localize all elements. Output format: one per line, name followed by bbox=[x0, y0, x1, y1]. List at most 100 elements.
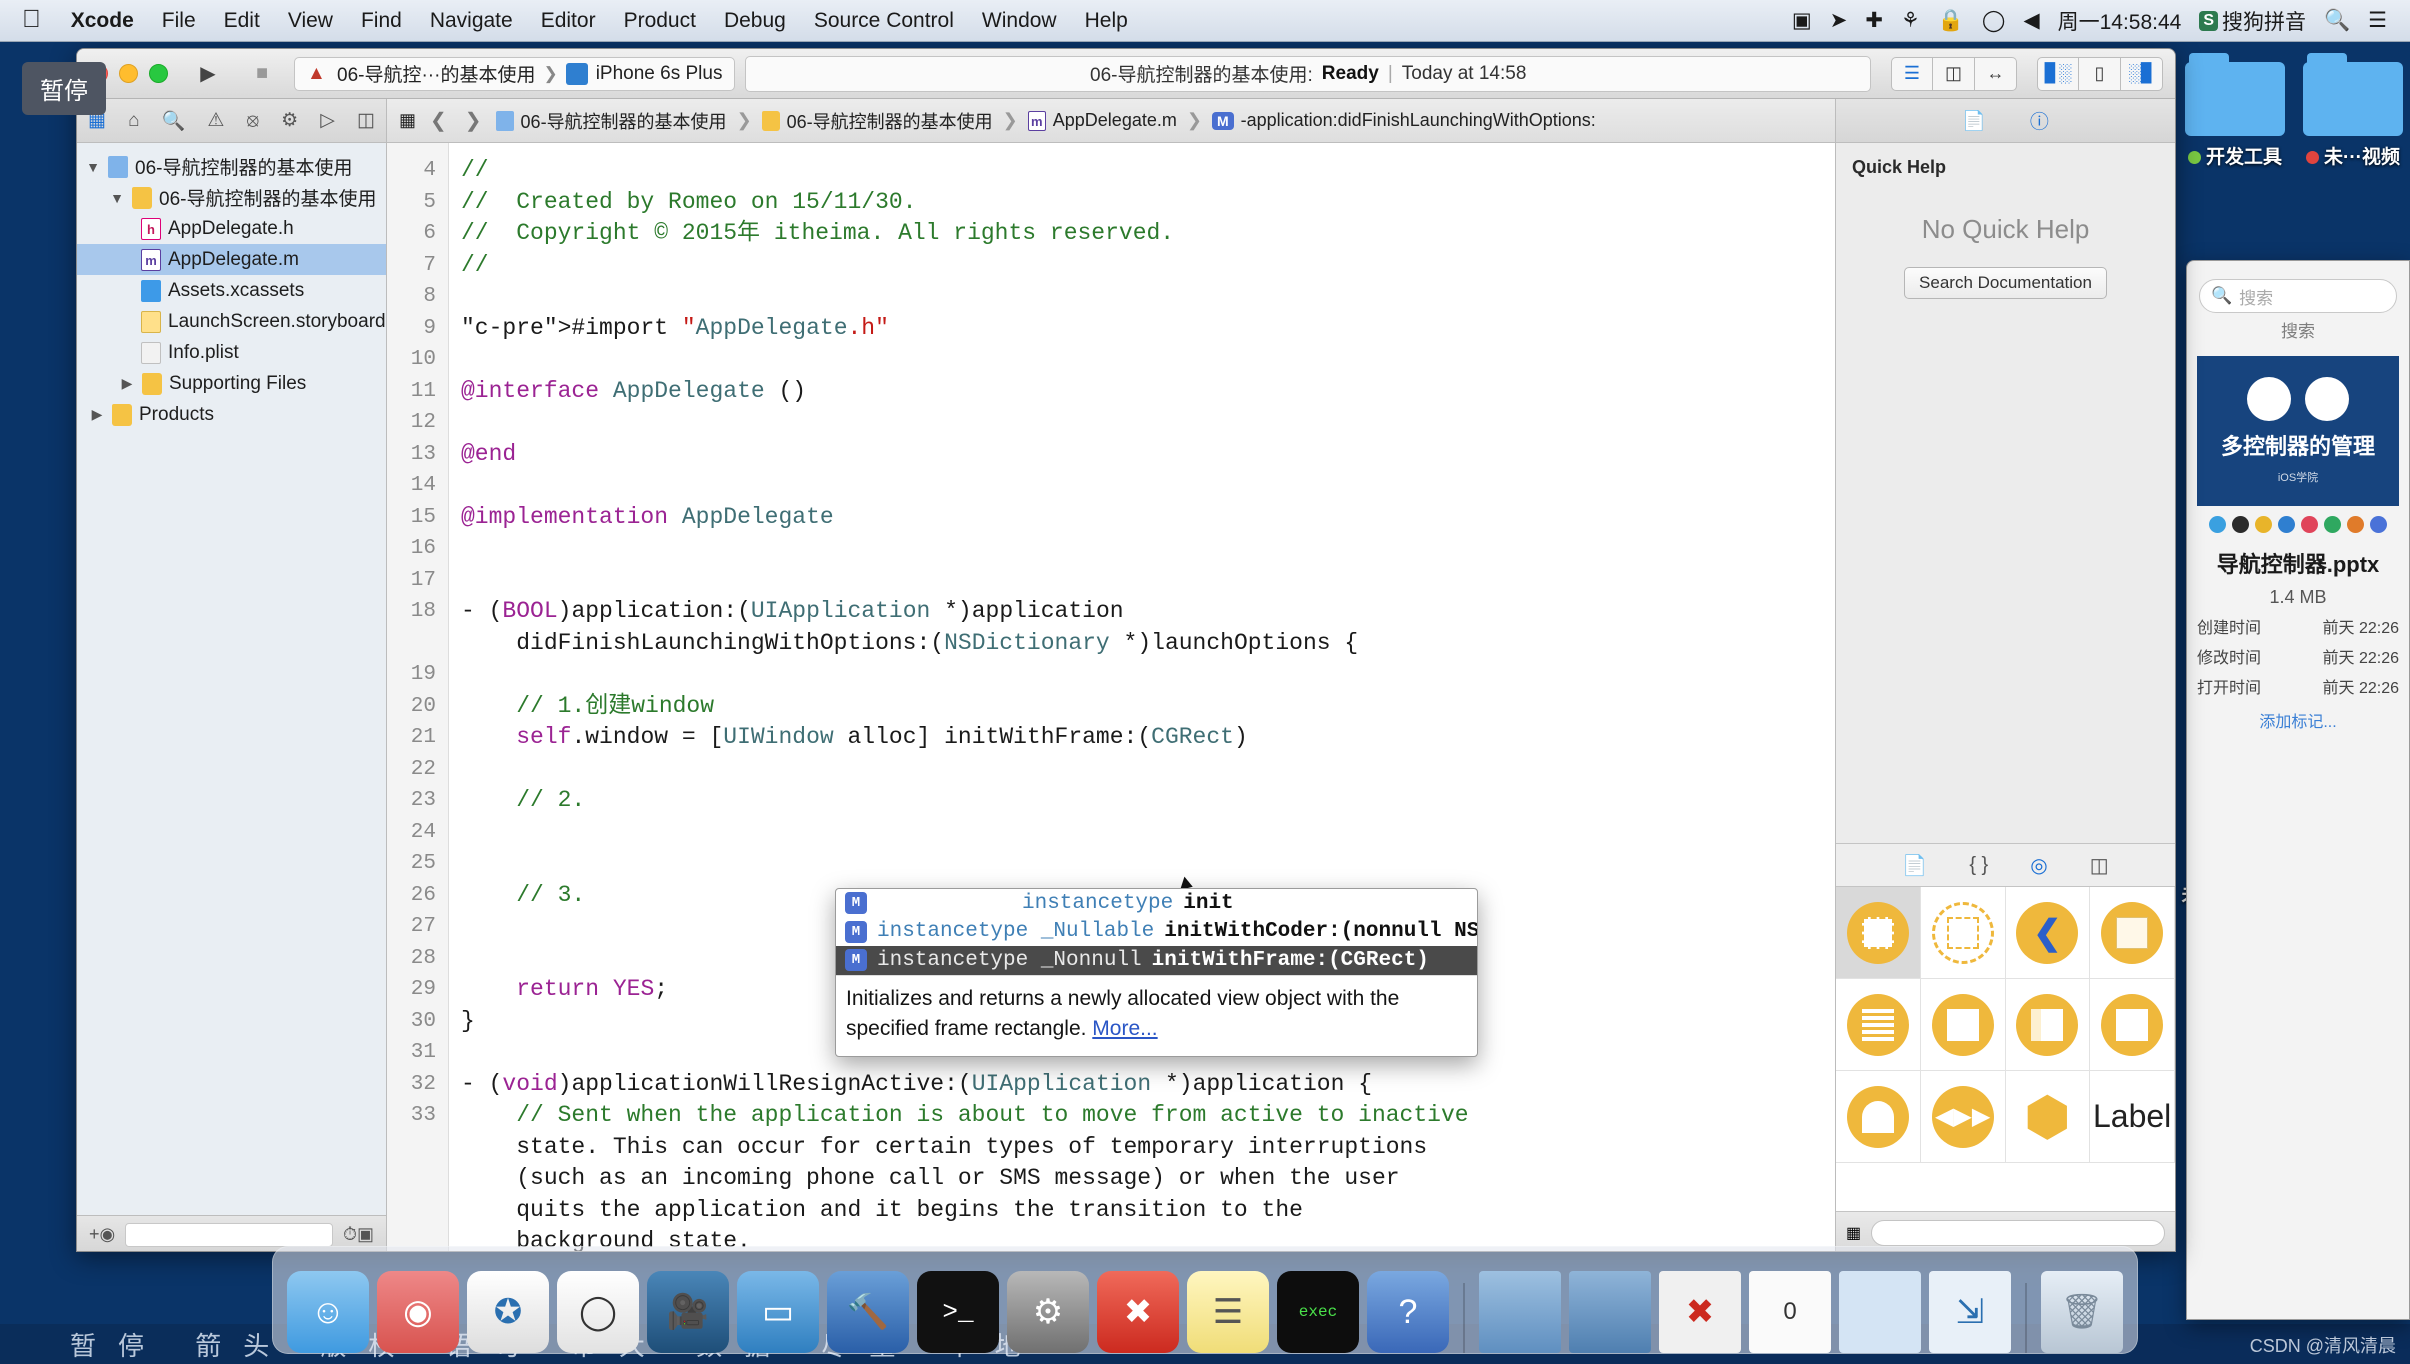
menu-item-find[interactable]: Find bbox=[347, 9, 416, 33]
disclosure-triangle-icon[interactable]: ▼ bbox=[85, 159, 101, 175]
desktop-icon-videos[interactable]: 未···视频 bbox=[2294, 53, 2410, 169]
code-line[interactable] bbox=[461, 754, 1835, 786]
library-item-navigation-controller[interactable]: ❮ bbox=[2005, 887, 2091, 979]
code-line[interactable] bbox=[461, 344, 1835, 376]
code-line[interactable]: // Created by Romeo on 15/11/30. bbox=[461, 187, 1835, 219]
spotlight-search-icon[interactable]: 🔍 bbox=[2315, 9, 2359, 33]
run-button[interactable]: ▶ bbox=[186, 57, 230, 91]
breadcrumb-group[interactable]: 06-导航控制器的基本使用 bbox=[761, 108, 993, 134]
tree-row-products[interactable]: ▶ Products bbox=[77, 399, 386, 430]
autocomplete-item-selected[interactable]: M instancetype _Nonnull initWithFrame:(C… bbox=[836, 946, 1477, 975]
library-item-table-view[interactable] bbox=[2090, 887, 2175, 979]
dock-app-xcode[interactable]: 🔨 bbox=[827, 1271, 909, 1353]
menu-item-view[interactable]: View bbox=[274, 9, 347, 33]
code-line[interactable]: @interface AppDelegate () bbox=[461, 376, 1835, 408]
library-item-collection-view[interactable] bbox=[1836, 979, 1921, 1071]
dock-recent-preview[interactable]: ⇲ bbox=[1929, 1271, 2011, 1353]
code-line[interactable] bbox=[461, 533, 1835, 565]
issue-navigator-icon[interactable]: ⚠ bbox=[207, 109, 224, 132]
dock-app-executable[interactable]: exec bbox=[1277, 1271, 1359, 1353]
code-snippet-library-icon[interactable]: { } bbox=[1969, 854, 1988, 877]
library-item-label[interactable]: Label bbox=[2090, 1071, 2175, 1163]
code-line[interactable]: // Copyright © 2015年 itheima. All rights… bbox=[461, 218, 1835, 250]
code-line[interactable]: @implementation AppDelegate bbox=[461, 502, 1835, 534]
breakpoint-navigator-icon[interactable]: ▷ bbox=[320, 109, 335, 132]
debug-navigator-icon[interactable]: ⚙ bbox=[281, 109, 298, 132]
dock-trash[interactable]: 🗑 bbox=[2041, 1271, 2123, 1353]
menu-item-source-control[interactable]: Source Control bbox=[800, 9, 968, 33]
volume-icon[interactable]: ◀ bbox=[2014, 8, 2048, 33]
add-tag-link[interactable]: 添加标记... bbox=[2187, 708, 2409, 732]
library-item-player-view[interactable]: ◀▶▶ bbox=[1920, 1071, 2006, 1163]
dock-app-camtasia[interactable]: 🎥 bbox=[647, 1271, 729, 1353]
dock-app-terminal[interactable]: >_ bbox=[917, 1271, 999, 1353]
code-line[interactable]: didFinishLaunchingWithOptions:(NSDiction… bbox=[461, 628, 1835, 660]
report-navigator-icon[interactable]: ◫ bbox=[357, 109, 375, 132]
dock-app-help[interactable]: ? bbox=[1367, 1271, 1449, 1353]
code-line[interactable] bbox=[461, 848, 1835, 880]
panel-toggle-segmented[interactable]: ▊░ ▯ ░▊ bbox=[2037, 56, 2163, 91]
airplay-icon[interactable]: ➤ bbox=[1821, 8, 1857, 33]
assistant-editor-icon[interactable]: ◫ bbox=[1933, 56, 1975, 91]
library-item-banner-view[interactable] bbox=[1920, 979, 2006, 1071]
tree-row-project[interactable]: ▼ 06-导航控制器的基本使用 bbox=[77, 151, 386, 182]
dock-app-finder[interactable]: ☺ bbox=[287, 1271, 369, 1353]
finder-inspector-window[interactable]: 🔍 搜索 搜索 多控制器的管理 iOS学院 导航控制器.pptx 1.4 MB … bbox=[2186, 260, 2410, 1320]
breadcrumb-file[interactable]: m AppDelegate.m bbox=[1027, 110, 1177, 131]
dock-app-notes[interactable]: ☰ bbox=[1187, 1271, 1269, 1353]
apple-menu-icon[interactable]:  bbox=[14, 5, 57, 37]
library-filter-input[interactable] bbox=[1871, 1219, 2165, 1246]
dock-app-mouse[interactable]: ◯ bbox=[557, 1271, 639, 1353]
menu-item-editor[interactable]: Editor bbox=[527, 9, 610, 33]
filter-icon[interactable]: ◉ bbox=[100, 1224, 116, 1245]
dock-recent-doc[interactable]: 0 bbox=[1749, 1271, 1831, 1353]
dock-app-safari[interactable]: ✪ bbox=[467, 1271, 549, 1353]
code-line[interactable] bbox=[461, 281, 1835, 313]
stop-button[interactable]: ■ bbox=[240, 57, 284, 91]
finder-search-input[interactable]: 🔍 搜索 bbox=[2199, 279, 2397, 313]
menu-item-help[interactable]: Help bbox=[1071, 9, 1142, 33]
scheme-selector[interactable]: ▲ 06-导航控···的基本使用 ❯ iPhone 6s Plus bbox=[294, 56, 736, 91]
tree-row-assets[interactable]: Assets.xcassets bbox=[77, 275, 386, 306]
code-line[interactable]: // 1.创建window bbox=[461, 691, 1835, 723]
code-line[interactable] bbox=[461, 470, 1835, 502]
code-line[interactable]: state. This can occur for certain types … bbox=[461, 1132, 1835, 1164]
recent-files-icon[interactable]: ⏱ bbox=[343, 1224, 357, 1245]
dock-recent-window-1[interactable] bbox=[1479, 1271, 1561, 1353]
code-line[interactable]: // bbox=[461, 155, 1835, 187]
desktop-icon-dev-tools[interactable]: 开发工具 bbox=[2176, 53, 2294, 169]
location-icon[interactable]: ◯ bbox=[1973, 8, 2015, 33]
source-code-text[interactable]: //// Created by Romeo on 15/11/30.// Cop… bbox=[449, 143, 1835, 1251]
menu-item-window[interactable]: Window bbox=[968, 9, 1071, 33]
unsaved-files-icon[interactable]: ▣ bbox=[357, 1224, 374, 1245]
menubar-clock[interactable]: 周一14:58:44 bbox=[2049, 6, 2191, 36]
minimize-button[interactable] bbox=[119, 64, 138, 83]
tree-row-supporting-files[interactable]: ▶ Supporting Files bbox=[77, 368, 386, 399]
filter-input[interactable] bbox=[125, 1222, 333, 1247]
code-line[interactable]: "c-pre">#import "AppDelegate.h" bbox=[461, 313, 1835, 345]
source-editor[interactable]: 4 5 6 7 8 9 10 11 12 13 14 15 16 17 18 19 20 21 22 23 24 25 26… bbox=[387, 143, 1835, 1251]
xcode-window[interactable]: ▶ ■ ▲ 06-导航控···的基本使用 ❯ iPhone 6s Plus 06… bbox=[76, 48, 2176, 1252]
object-library-grid[interactable]: ❮ ◀▶▶ ⬢ Label bbox=[1836, 887, 2175, 1211]
related-files-icon[interactable]: ▦ bbox=[399, 110, 416, 131]
library-item-image-view[interactable] bbox=[1836, 1071, 1921, 1163]
dock-app-launchpad[interactable]: ◉ bbox=[377, 1271, 459, 1353]
code-line[interactable]: quits the application and it begins the … bbox=[461, 1195, 1835, 1227]
tree-row-appdelegate-m[interactable]: m AppDelegate.m bbox=[77, 244, 386, 275]
library-item-page-view[interactable] bbox=[2090, 979, 2175, 1071]
code-line[interactable] bbox=[461, 565, 1835, 597]
library-item-view[interactable] bbox=[1836, 887, 1921, 979]
code-line[interactable] bbox=[461, 817, 1835, 849]
dock-recent-xmind[interactable]: ✖ bbox=[1659, 1271, 1741, 1353]
grid-view-icon[interactable]: ▦ bbox=[1846, 1223, 1861, 1243]
control-center-icon[interactable]: ☰ bbox=[2359, 8, 2396, 33]
disclosure-triangle-icon[interactable]: ▶ bbox=[89, 406, 105, 423]
dock-recent-window-2[interactable] bbox=[1569, 1271, 1651, 1353]
tree-row-group[interactable]: ▼ 06-导航控制器的基本使用 bbox=[77, 182, 386, 213]
menu-item-file[interactable]: File bbox=[148, 9, 210, 33]
media-library-icon[interactable]: ◫ bbox=[2090, 853, 2109, 878]
tree-row-infoplist[interactable]: Info.plist bbox=[77, 337, 386, 368]
menu-item-debug[interactable]: Debug bbox=[710, 9, 800, 33]
library-item-split-view[interactable] bbox=[2005, 979, 2091, 1071]
file-inspector-icon[interactable]: 📄 bbox=[1962, 109, 1986, 133]
